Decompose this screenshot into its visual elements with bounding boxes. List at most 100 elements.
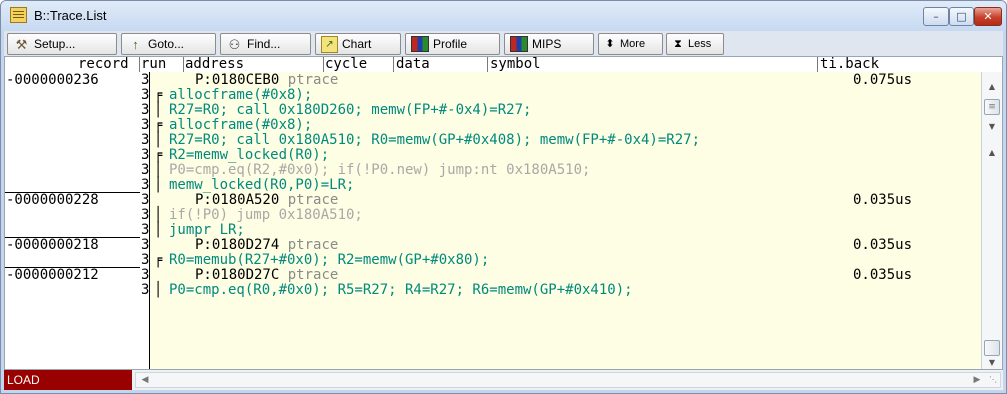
vertical-scrollbar[interactable]: ▲ ≡ ▼ ▲ ▼ — [981, 72, 1002, 369]
header-divider[interactable] — [393, 57, 394, 72]
run-value: 3 — [141, 192, 150, 208]
less-button[interactable]: ⧗ Less — [666, 33, 724, 55]
code-line: P0=cmp.eq(R0,#0x0); R5=R27; R4=R27; R6=m… — [169, 283, 633, 298]
scroll-thumb[interactable] — [984, 340, 1000, 356]
trace-row[interactable]: 3 ╒ R2=memw_locked(R0); — [5, 148, 981, 163]
header-ti-back[interactable]: ti.back — [820, 57, 879, 72]
goto-button-label: Goto... — [148, 37, 185, 51]
more-button[interactable]: ⬍ More — [598, 33, 663, 55]
find-button-label: Find... — [247, 37, 281, 51]
window-title: B::Trace.List — [34, 8, 107, 23]
scroll-down-arrow-icon[interactable]: ▼ — [982, 356, 1002, 369]
trace-row[interactable]: 3 │ P0=cmp.eq(R0,#0x0); R5=R27; R4=R27; R6… — [5, 283, 981, 298]
resize-grip-icon[interactable]: ⋱ — [986, 373, 1000, 387]
binoculars-icon: ⚇ — [228, 36, 241, 52]
run-value: 3 — [141, 117, 150, 133]
scroll-down-arrow-icon[interactable]: ▼ — [982, 120, 1002, 134]
trace-row[interactable]: 3 ╒ allocframe(#0x8); — [5, 88, 981, 103]
title-bar[interactable]: B::Trace.List – □ ✕ — [1, 1, 1006, 31]
trace-row[interactable]: 3 ╒ allocframe(#0x8); — [5, 118, 981, 133]
run-value: 3 — [141, 102, 150, 118]
address-value: P:0180A520 — [195, 192, 280, 208]
mips-button[interactable]: MIPS — [504, 33, 594, 55]
trace-row[interactable]: 3 │ if(!P0) jump 0x180A510; — [5, 208, 981, 223]
trace-row[interactable]: -0000000236 3 P:0180CEB0 ptrace 0.075us — [5, 73, 981, 88]
instruction-text: R2=memw_locked(R0); — [169, 147, 330, 163]
scroll-up-arrow-icon[interactable]: ▲ — [982, 80, 1002, 94]
cycle-type: ptrace — [279, 267, 339, 283]
run-value: 3 — [141, 162, 150, 178]
trace-row[interactable]: 3 ╒ R0=memub(R27+#0x0); R2=memw(GP+#0x80); — [5, 253, 981, 268]
trace-row[interactable]: 3 │ R27=R0; call 0x180D260; memw(FP+#-0x4)… — [5, 103, 981, 118]
instruction-text: memw_locked(R0,P0)=LR; — [169, 177, 355, 193]
header-divider[interactable] — [323, 57, 324, 72]
chart-button[interactable]: ↗ Chart — [315, 33, 401, 55]
tree-connector: │ — [154, 132, 163, 148]
goto-button[interactable]: ↑ Goto... — [121, 33, 216, 55]
trace-row[interactable]: 3 │ P0=cmp.eq(R2,#0x0); if(!P0.new) jump:n… — [5, 163, 981, 178]
code-line: allocframe(#0x8); — [169, 88, 312, 103]
less-button-label: Less — [688, 38, 712, 50]
run-value: 3 — [141, 87, 150, 103]
run-value: 3 — [141, 72, 150, 88]
record-number: -0000000218 — [6, 237, 99, 253]
trace-row[interactable]: 3 │ memw_locked(R0,P0)=LR; — [5, 178, 981, 193]
code-line: R27=R0; call 0x180A510; R0=memw(GP+#0x40… — [169, 133, 700, 148]
instruction-text: R27=R0; call 0x180A510; R0=memw(GP+#0x40… — [169, 132, 701, 148]
tree-connector: ╒ — [154, 147, 163, 163]
header-record[interactable]: record — [78, 57, 129, 72]
code-line: P:0180D274 ptrace — [195, 238, 338, 253]
header-symbol[interactable]: symbol — [490, 57, 541, 72]
header-divider[interactable] — [183, 57, 184, 72]
code-line: allocframe(#0x8); — [169, 118, 312, 133]
scroll-right-arrow-icon[interactable]: ▶ — [970, 373, 984, 387]
run-value: 3 — [141, 207, 150, 223]
trace-list-app-icon — [10, 7, 27, 23]
mips-icon — [510, 36, 528, 52]
trace-row[interactable]: -0000000212 3 P:0180D27C ptrace 0.035us — [5, 268, 981, 283]
close-button[interactable]: ✕ — [974, 7, 1002, 26]
header-divider[interactable] — [139, 57, 140, 72]
header-cycle[interactable]: cycle — [325, 57, 367, 72]
tree-connector: │ — [154, 222, 163, 238]
code-line: P:0180A520 ptrace — [195, 193, 338, 208]
instruction-text: allocframe(#0x8); — [169, 87, 313, 103]
tree-connector: │ — [154, 102, 163, 118]
status-state: LOAD — [4, 370, 132, 390]
instruction-text: allocframe(#0x8); — [169, 117, 313, 133]
maximize-button[interactable]: □ — [949, 7, 974, 26]
horizontal-scrollbar[interactable]: ◀ ▶ ⋱ — [135, 372, 1001, 388]
scroll-left-arrow-icon[interactable]: ◀ — [138, 373, 152, 387]
tree-connector: ╒ — [154, 252, 163, 268]
header-data[interactable]: data — [396, 57, 430, 72]
trace-row[interactable]: -0000000218 3 P:0180D274 ptrace 0.035us — [5, 238, 981, 253]
setup-button-label: Setup... — [34, 37, 76, 51]
trace-row[interactable]: 3 │ R27=R0; call 0x180A510; R0=memw(GP+#0x… — [5, 133, 981, 148]
trace-list-window: B::Trace.List – □ ✕ ⚒ Setup... ↑ Goto...… — [0, 0, 1007, 394]
status-bar: LOAD ◀ ▶ ⋱ — [4, 370, 1003, 390]
header-run[interactable]: run — [141, 57, 166, 72]
code-line: P:0180CEB0 ptrace — [195, 73, 338, 88]
run-value: 3 — [141, 267, 150, 283]
minimize-button[interactable]: – — [923, 7, 949, 26]
instruction-text: P0=cmp.eq(R2,#0x0); if(!P0.new) jump:nt … — [169, 162, 591, 178]
find-button[interactable]: ⚇ Find... — [220, 33, 311, 55]
profile-button-label: Profile — [433, 37, 468, 51]
wrench-icon: ⚒ — [15, 36, 28, 52]
scroll-up-arrow-icon[interactable]: ▲ — [982, 146, 1002, 160]
record-number: -0000000212 — [6, 267, 99, 283]
header-divider[interactable] — [487, 57, 488, 72]
trace-row[interactable]: 3 │ jumpr LR; — [5, 223, 981, 238]
header-address[interactable]: address — [185, 57, 244, 72]
ti-back-value: 0.035us — [853, 192, 913, 208]
trace-row[interactable]: -0000000228 3 P:0180A520 ptrace 0.035us — [5, 193, 981, 208]
trace-table[interactable]: record run address cycle data symbol ti.… — [4, 56, 1003, 370]
scroll-thumb[interactable]: ≡ — [984, 99, 1000, 115]
setup-button[interactable]: ⚒ Setup... — [7, 33, 117, 55]
tree-connector: │ — [154, 207, 163, 223]
instruction-text: jumpr LR; — [169, 222, 245, 238]
profile-button[interactable]: Profile — [405, 33, 500, 55]
toolbar: ⚒ Setup... ↑ Goto... ⚇ Find... ↗ Chart P… — [4, 31, 1003, 56]
address-value: P:0180CEB0 — [195, 72, 280, 88]
header-divider[interactable] — [817, 57, 818, 72]
